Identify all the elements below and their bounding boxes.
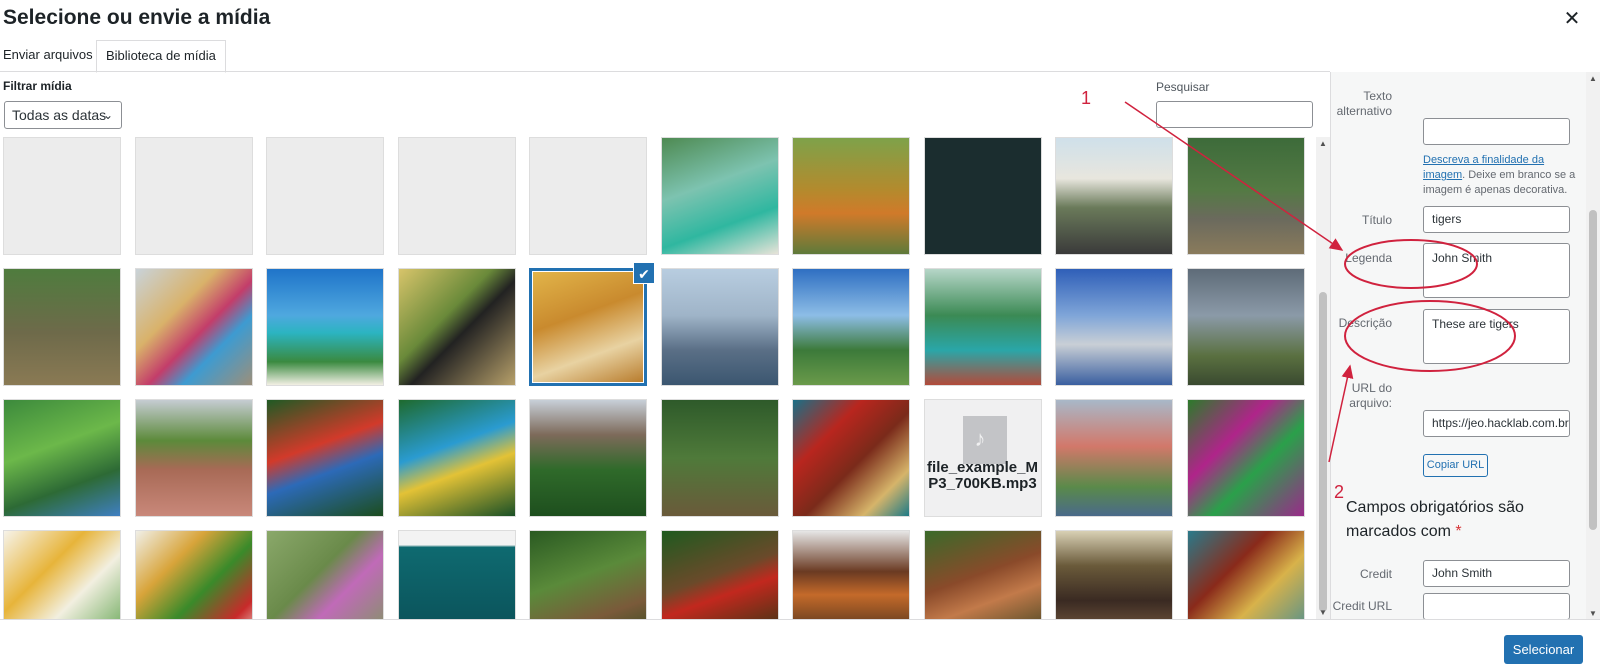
media-thumbnail[interactable]	[660, 399, 779, 517]
media-thumbnail[interactable]	[1055, 530, 1173, 619]
media-thumbnail[interactable]	[397, 268, 516, 386]
alt-text-help: Descreva a finalidade da imagem. Deixe e…	[1423, 153, 1578, 198]
media-thumbnail[interactable]	[1186, 530, 1305, 619]
media-thumbnail[interactable]	[660, 137, 779, 255]
media-thumbnail[interactable]	[660, 268, 779, 386]
tabs-divider	[0, 71, 1330, 72]
media-thumbnail[interactable]	[397, 399, 516, 517]
media-thumbnail[interactable]	[1055, 268, 1173, 386]
title-input[interactable]: tigers	[1423, 206, 1570, 233]
media-thumbnail[interactable]	[266, 268, 384, 386]
modal-title: Selecione ou envie a mídia	[3, 6, 271, 29]
date-filter-value: Todas as datas	[12, 107, 107, 123]
media-thumbnail[interactable]	[134, 137, 253, 255]
media-thumbnail[interactable]	[3, 268, 121, 386]
file-url-input[interactable]: https://jeo.hacklab.com.br	[1423, 410, 1570, 437]
media-thumbnail[interactable]	[529, 268, 647, 386]
tab-bar: Enviar arquivos Biblioteca de mídia	[0, 40, 1330, 73]
media-thumbnail[interactable]	[1055, 399, 1173, 517]
media-thumbnail[interactable]	[3, 530, 121, 619]
media-thumbnail[interactable]	[660, 530, 779, 619]
description-label: Descrição	[1338, 316, 1392, 330]
media-thumbnail[interactable]	[266, 137, 384, 255]
grid-scroll-thumb[interactable]	[1319, 292, 1327, 612]
credit-label: Credit	[1359, 567, 1392, 581]
audio-file-icon	[962, 416, 1007, 464]
media-thumbnail[interactable]	[3, 137, 121, 255]
credit-url-input[interactable]	[1423, 593, 1570, 620]
caption-textarea[interactable]: John Smith	[1423, 243, 1570, 298]
media-thumbnail[interactable]	[134, 399, 253, 517]
media-thumbnail[interactable]	[397, 530, 516, 619]
select-button[interactable]: Selecionar	[1504, 635, 1583, 664]
credit-url-label: Credit URL	[1332, 599, 1392, 613]
media-thumbnail[interactable]	[266, 530, 384, 619]
description-textarea[interactable]: These are tigers	[1423, 309, 1570, 364]
media-thumbnail[interactable]	[1186, 268, 1305, 386]
search-label: Pesquisar	[1156, 80, 1210, 94]
media-thumbnail[interactable]	[923, 268, 1042, 386]
modal-footer: Selecionar	[0, 619, 1600, 672]
credit-input[interactable]: John Smith	[1423, 560, 1570, 587]
media-thumbnail[interactable]	[134, 268, 253, 386]
media-thumbnail[interactable]	[134, 530, 253, 619]
media-thumbnail[interactable]	[266, 399, 384, 517]
file-name: file_example_MP3_700KB.mp3	[927, 459, 1038, 492]
media-thumbnail[interactable]	[792, 530, 910, 619]
media-thumbnail[interactable]	[792, 137, 910, 255]
grid-scrollbar[interactable]: ▲ ▼	[1316, 137, 1330, 619]
media-thumbnail[interactable]	[923, 137, 1042, 255]
tab-media-library[interactable]: Biblioteca de mídia	[96, 40, 226, 73]
annotation-number-1: 1	[1081, 88, 1092, 108]
media-thumbnail[interactable]	[529, 137, 647, 255]
sidebar-scroll-thumb[interactable]	[1589, 210, 1597, 530]
media-thumbnail[interactable]	[529, 399, 647, 517]
title-label: Título	[1361, 213, 1392, 227]
media-thumbnail[interactable]	[1186, 137, 1305, 255]
annotation-number-2: 2	[1334, 482, 1345, 502]
media-thumbnail[interactable]	[923, 530, 1042, 619]
media-thumbnail[interactable]	[792, 268, 910, 386]
media-grid: ✔ file_example_MP3_700KB.mp3	[0, 137, 1316, 619]
checkmark-icon[interactable]: ✔	[633, 262, 655, 284]
alt-text-label: Texto alternativo	[1336, 89, 1392, 118]
attachment-details-sidebar: Texto alternativo Descreva a finalidade …	[1330, 72, 1600, 620]
scroll-up-icon[interactable]: ▲	[1319, 139, 1327, 148]
file-url-label: URL do arquivo:	[1349, 381, 1392, 410]
close-icon[interactable]: ✕	[1560, 8, 1584, 32]
required-star: *	[1455, 523, 1462, 540]
media-modal: Selecione ou envie a mídia ✕ Enviar arqu…	[0, 0, 1600, 672]
caption-label: Legenda	[1345, 251, 1392, 265]
required-fields-note: Campos obrigatórios são marcados com *	[1346, 496, 1556, 544]
scroll-down-icon[interactable]: ▼	[1589, 609, 1597, 618]
sidebar-scrollbar[interactable]: ▲ ▼	[1586, 72, 1600, 620]
tab-upload-files[interactable]: Enviar arquivos	[0, 40, 102, 72]
media-thumbnail[interactable]	[397, 137, 516, 255]
filter-label: Filtrar mídia	[3, 79, 72, 93]
copy-url-button[interactable]: Copiar URL	[1423, 454, 1488, 477]
required-note-text: Campos obrigatórios são marcados com	[1346, 499, 1524, 540]
chevron-down-icon: ⌄	[102, 108, 113, 122]
media-thumbnail[interactable]	[1055, 137, 1173, 255]
date-filter-select[interactable]: Todas as datas ⌄	[4, 101, 122, 129]
scroll-up-icon[interactable]: ▲	[1589, 74, 1597, 83]
media-thumbnail[interactable]	[792, 399, 910, 517]
media-thumbnail[interactable]	[1186, 399, 1305, 517]
media-file-thumbnail[interactable]: file_example_MP3_700KB.mp3	[923, 399, 1042, 517]
scroll-down-icon[interactable]: ▼	[1319, 608, 1327, 617]
search-input[interactable]	[1156, 101, 1313, 128]
alt-text-input[interactable]	[1423, 118, 1570, 145]
media-thumbnail[interactable]	[529, 530, 647, 619]
media-thumbnail[interactable]	[3, 399, 121, 517]
